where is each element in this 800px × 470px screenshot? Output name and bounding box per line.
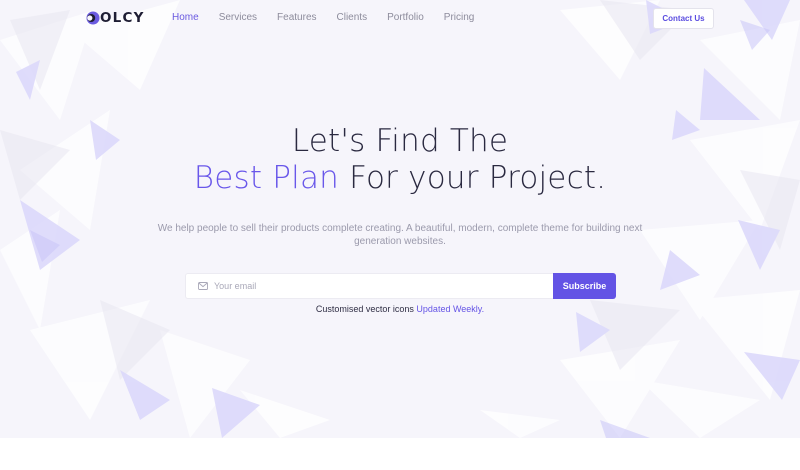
hero-subtext: We help people to sell their products co… xyxy=(157,223,643,247)
nav-item-pricing[interactable]: Pricing xyxy=(444,12,475,23)
nav-item-home[interactable]: Home xyxy=(172,12,199,23)
hero-title-line1: Let's Find The xyxy=(291,123,509,159)
nav-item-portfolio[interactable]: Portfolio xyxy=(387,12,424,23)
subscribe-form: Subscribe xyxy=(185,273,616,299)
brand-name: OLCY xyxy=(100,10,145,26)
hero-section: OLCY Home Services Features Clients Port… xyxy=(0,0,800,438)
logo-mark-icon xyxy=(86,11,100,25)
subscribe-button[interactable]: Subscribe xyxy=(553,273,616,299)
hero-title-accent: Best Plan xyxy=(193,160,340,196)
background-triangles xyxy=(0,0,800,438)
subscribe-note: Customised vector icons Updated Weekly. xyxy=(0,304,800,314)
main-nav: Home Services Features Clients Portfolio… xyxy=(172,12,494,23)
brand-logo[interactable]: OLCY xyxy=(86,10,145,26)
nav-item-services[interactable]: Services xyxy=(219,12,257,23)
email-field-wrapper[interactable] xyxy=(185,273,553,299)
hero-title-rest: For your Project. xyxy=(339,160,607,196)
top-navbar: OLCY Home Services Features Clients Port… xyxy=(0,0,800,38)
email-input[interactable] xyxy=(214,281,534,291)
mail-icon xyxy=(198,282,208,290)
updated-weekly-link[interactable]: Updated Weekly. xyxy=(416,304,484,314)
contact-us-button[interactable]: Contact Us xyxy=(653,8,714,29)
note-text: Customised vector icons xyxy=(315,304,417,314)
hero-title-line2: Best Plan For your Project. xyxy=(0,160,800,196)
nav-item-clients[interactable]: Clients xyxy=(337,12,368,23)
nav-item-features[interactable]: Features xyxy=(277,12,316,23)
